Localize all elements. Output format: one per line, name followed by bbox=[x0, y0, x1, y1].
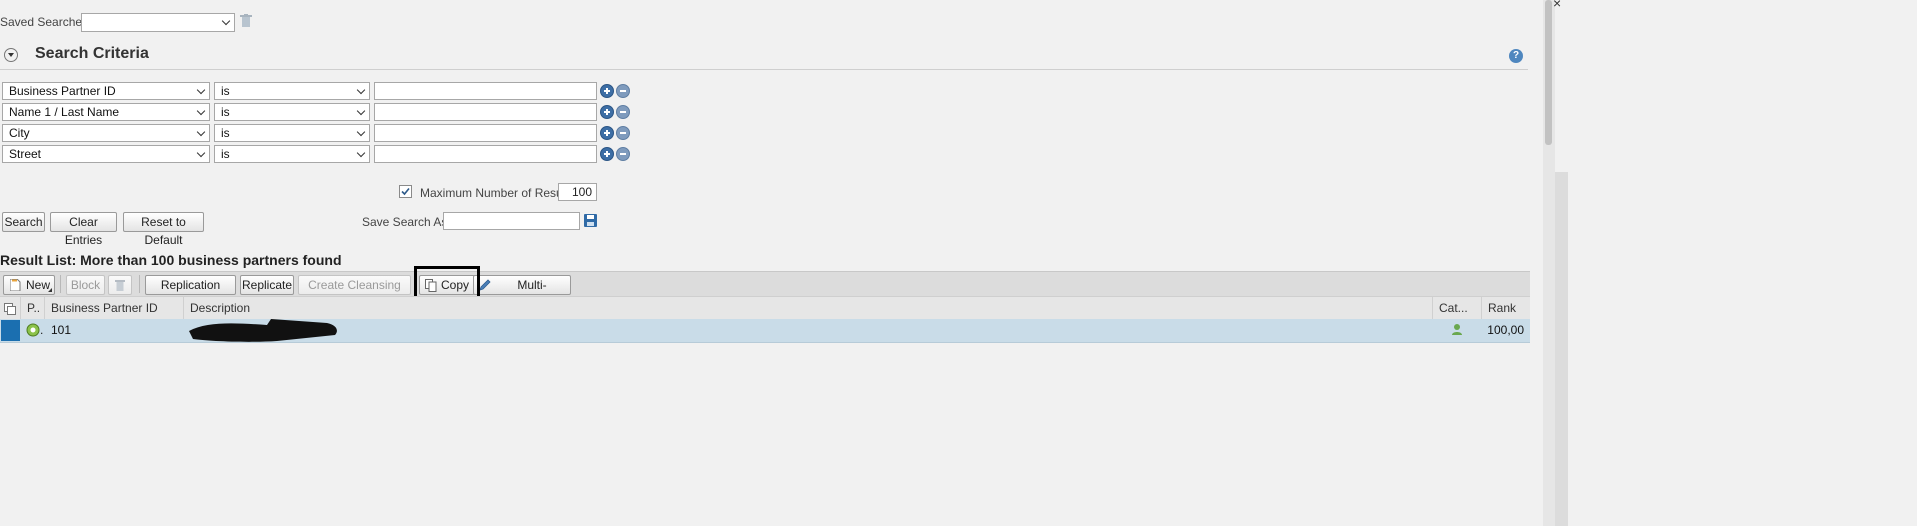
help-icon[interactable]: ? bbox=[1509, 49, 1523, 63]
search-criteria-title: Search Criteria bbox=[35, 45, 149, 62]
criteria-value-input[interactable] bbox=[374, 124, 597, 142]
chevron-down-icon bbox=[356, 85, 366, 95]
column-divider bbox=[183, 297, 184, 320]
criteria-field-select[interactable]: City bbox=[2, 124, 210, 142]
column-divider bbox=[1481, 297, 1482, 320]
column-divider bbox=[44, 297, 45, 320]
reset-to-default-button[interactable]: Reset to Default bbox=[123, 212, 204, 247]
collapse-toggle-icon[interactable] bbox=[4, 48, 18, 62]
chevron-down-icon bbox=[356, 127, 366, 137]
chevron-down-icon bbox=[196, 148, 206, 158]
pencil-icon bbox=[479, 279, 491, 291]
criteria-operator-select[interactable]: is bbox=[214, 103, 370, 121]
result-list-title: Result List: More than 100 business part… bbox=[0, 252, 342, 268]
outer-scrollbar[interactable] bbox=[1555, 172, 1568, 526]
status-ellipsis: . bbox=[40, 323, 44, 337]
saved-searches-select[interactable] bbox=[81, 13, 235, 32]
column-divider bbox=[20, 297, 21, 320]
chevron-down-icon bbox=[196, 106, 206, 116]
criteria-field-value: Business Partner ID bbox=[9, 84, 116, 98]
column-header-bp-id[interactable]: Business Partner ID bbox=[51, 297, 158, 320]
save-search-label: Save Search As: bbox=[362, 215, 451, 229]
remove-row-icon[interactable] bbox=[616, 84, 630, 98]
criteria-value-input[interactable] bbox=[374, 145, 597, 163]
search-button[interactable]: Search bbox=[2, 212, 45, 232]
status-icon bbox=[26, 323, 40, 340]
criteria-operator-value: is bbox=[221, 84, 230, 98]
criteria-field-select[interactable]: Business Partner ID bbox=[2, 82, 210, 100]
add-row-icon[interactable] bbox=[600, 105, 614, 119]
trash-icon bbox=[115, 280, 125, 291]
chevron-down-icon bbox=[356, 106, 366, 116]
toolbar-separator bbox=[60, 275, 61, 293]
chevron-down-icon bbox=[356, 148, 366, 158]
multi-processing-button[interactable]: Multi-Processing bbox=[473, 275, 571, 310]
row-selector[interactable] bbox=[1, 320, 20, 341]
clear-entries-button[interactable]: Clear Entries bbox=[50, 212, 117, 247]
delete-button[interactable] bbox=[108, 275, 132, 295]
max-results-label: Maximum Number of Results: bbox=[420, 186, 579, 200]
chevron-down-icon bbox=[196, 85, 206, 95]
redacted-description bbox=[187, 319, 337, 342]
select-all-icon[interactable] bbox=[4, 297, 16, 320]
vertical-scrollbar[interactable] bbox=[1543, 0, 1555, 526]
criteria-field-select[interactable]: Street bbox=[2, 145, 210, 163]
scrollbar-thumb[interactable] bbox=[1545, 0, 1552, 145]
close-icon[interactable]: × bbox=[1553, 0, 1561, 11]
add-row-icon[interactable] bbox=[600, 84, 614, 98]
create-cleansing-case-button[interactable]: Create Cleansing Case bbox=[298, 275, 411, 310]
add-row-icon[interactable] bbox=[600, 126, 614, 140]
new-document-icon bbox=[10, 279, 21, 291]
criteria-operator-select[interactable]: is bbox=[214, 82, 370, 100]
row-bp-id[interactable]: 101 bbox=[51, 323, 71, 337]
criteria-operator-value: is bbox=[221, 105, 230, 119]
column-header-p[interactable]: P.. bbox=[27, 297, 40, 320]
column-divider bbox=[1432, 297, 1433, 320]
remove-row-icon[interactable] bbox=[616, 105, 630, 119]
criteria-operator-value: is bbox=[221, 147, 230, 161]
criteria-operator-value: is bbox=[221, 126, 230, 140]
criteria-field-value: Name 1 / Last Name bbox=[9, 105, 120, 119]
chevron-down-icon bbox=[221, 16, 231, 26]
divider bbox=[0, 69, 1528, 70]
criteria-operator-select[interactable]: is bbox=[214, 145, 370, 163]
table-row[interactable]: . 101 100,00 bbox=[0, 319, 1530, 343]
result-toolbar: New Block Replication Status Replicate C… bbox=[0, 271, 1530, 310]
criteria-field-value: City bbox=[9, 126, 30, 140]
row-rank: 100,00 bbox=[1487, 323, 1524, 337]
add-row-icon[interactable] bbox=[600, 147, 614, 161]
criteria-value-input[interactable] bbox=[374, 82, 597, 100]
toolbar-separator bbox=[139, 275, 140, 293]
max-results-input[interactable]: 100 bbox=[558, 183, 597, 201]
saved-searches-label: Saved Searches: bbox=[0, 15, 92, 29]
remove-row-icon[interactable] bbox=[616, 147, 630, 161]
replicate-button[interactable]: Replicate bbox=[240, 275, 294, 295]
replication-status-button[interactable]: Replication Status bbox=[145, 275, 236, 310]
criteria-operator-select[interactable]: is bbox=[214, 124, 370, 142]
remove-row-icon[interactable] bbox=[616, 126, 630, 140]
save-search-input[interactable] bbox=[443, 212, 580, 230]
column-header-category[interactable]: Cat... bbox=[1439, 297, 1468, 320]
new-button-label: New bbox=[26, 278, 51, 292]
criteria-value-input[interactable] bbox=[374, 103, 597, 121]
criteria-field-value: Street bbox=[9, 147, 42, 161]
column-header-rank[interactable]: Rank bbox=[1488, 297, 1516, 320]
new-button[interactable]: New bbox=[3, 275, 55, 295]
person-icon bbox=[1451, 323, 1463, 339]
dropdown-corner-icon bbox=[48, 288, 52, 292]
chevron-down-icon bbox=[196, 127, 206, 137]
block-button[interactable]: Block bbox=[66, 275, 105, 295]
trash-icon[interactable] bbox=[240, 14, 252, 31]
max-results-checkbox[interactable] bbox=[399, 185, 412, 198]
criteria-field-select[interactable]: Name 1 / Last Name bbox=[2, 103, 210, 121]
save-icon[interactable] bbox=[584, 214, 597, 230]
